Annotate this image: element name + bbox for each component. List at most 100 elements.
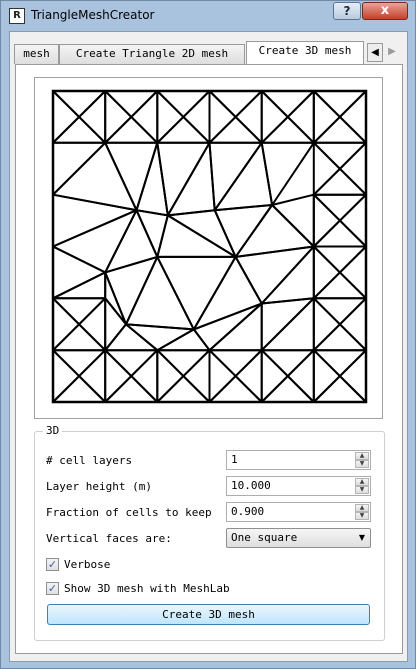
check-icon: ✓: [47, 582, 58, 595]
mesh-triangle: [312, 271, 367, 300]
cell-layers-label: # cell layers: [46, 454, 133, 467]
mesh-triangle: [156, 90, 185, 144]
fraction-stepper: ▲ ▼: [355, 504, 369, 520]
mesh-triangle: [52, 271, 107, 300]
mesh-triangle: [208, 90, 263, 118]
mesh-triangle: [260, 349, 315, 378]
mesh-triangle: [208, 302, 263, 352]
mesh-triangle: [338, 245, 367, 300]
layer-height-up-icon[interactable]: ▲: [355, 478, 369, 486]
mesh-triangle: [208, 375, 263, 403]
mesh-triangle: [234, 245, 315, 305]
mesh-triangle: [130, 90, 159, 144]
tab-scroll-right-button[interactable]: ▶: [384, 43, 400, 62]
mesh-triangle: [338, 297, 367, 352]
mesh-triangle: [208, 349, 263, 378]
mesh-triangle: [52, 90, 81, 144]
tab-scroll-left-button[interactable]: ◀: [367, 43, 383, 62]
check-icon: ✓: [47, 558, 58, 571]
mesh-triangle: [312, 375, 367, 403]
layer-height-spinbox[interactable]: 10.000 ▲ ▼: [226, 476, 371, 496]
tab-create-triangle-2d-mesh[interactable]: Create Triangle 2D mesh: [59, 44, 245, 64]
mesh-triangle: [312, 297, 341, 352]
mesh-triangle: [338, 141, 367, 196]
tab-mesh-label: mesh: [23, 47, 50, 60]
meshlab-label[interactable]: Show 3D mesh with MeshLab: [64, 582, 230, 595]
title-bar[interactable]: R TriangleMeshCreator ? x: [1, 1, 415, 31]
mesh-triangle: [312, 167, 367, 196]
layer-height-down-icon[interactable]: ▼: [355, 486, 369, 494]
mesh-triangle: [271, 193, 315, 248]
client-area: mesh Create Triangle 2D mesh Create 3D m…: [9, 31, 408, 662]
mesh-triangle: [312, 219, 367, 248]
mesh-triangle: [260, 245, 315, 305]
vertical-faces-label: Vertical faces are:: [46, 532, 172, 545]
mesh-triangle: [156, 90, 211, 118]
fraction-value: 0.900: [231, 505, 265, 518]
layer-height-label: Layer height (m): [46, 480, 152, 493]
mesh-triangle: [208, 115, 263, 144]
mesh-triangle: [260, 115, 315, 144]
mesh-triangle: [156, 349, 211, 378]
fraction-up-icon[interactable]: ▲: [355, 504, 369, 512]
mesh-triangle: [312, 193, 341, 248]
window-title: TriangleMeshCreator: [31, 8, 155, 22]
mesh-triangle: [104, 115, 159, 144]
mesh-triangle: [104, 349, 159, 378]
tab-2d-label: Create Triangle 2D mesh: [75, 47, 229, 60]
tab-mesh[interactable]: mesh: [14, 44, 59, 64]
mesh-triangle: [338, 193, 367, 248]
mesh-triangle: [234, 204, 315, 258]
create-3d-mesh-button[interactable]: Create 3D mesh: [47, 604, 370, 625]
mesh-triangle: [156, 214, 237, 258]
mesh-triangle: [312, 245, 341, 300]
mesh-triangle: [78, 297, 107, 352]
mesh-triangle: [312, 349, 341, 403]
mesh-triangle: [52, 245, 107, 300]
mesh-triangle: [52, 323, 107, 352]
app-icon: R: [9, 8, 25, 24]
mesh-triangle: [312, 297, 367, 326]
mesh-triangle: [338, 90, 367, 144]
mesh-triangle: [260, 375, 315, 403]
tab-create-3d-mesh[interactable]: Create 3D mesh: [246, 41, 364, 64]
verbose-checkbox[interactable]: ✓: [46, 558, 59, 571]
cell-layers-spinbox[interactable]: 1 ▲ ▼: [226, 450, 371, 470]
group-3d: 3D # cell layers 1 ▲ ▼ Layer height (m) …: [34, 424, 385, 641]
verbose-label[interactable]: Verbose: [64, 558, 110, 571]
mesh-triangle: [52, 193, 138, 248]
mesh-triangle: [234, 90, 263, 144]
mesh-triangle: [260, 90, 289, 144]
mesh-triangle: [52, 141, 138, 212]
mesh-triangle: [156, 141, 211, 217]
fraction-spinbox[interactable]: 0.900 ▲ ▼: [226, 502, 371, 522]
group-title: 3D: [43, 424, 63, 437]
mesh-triangle: [208, 90, 237, 144]
cell-layers-up-icon[interactable]: ▲: [355, 452, 369, 460]
chevron-down-icon: ▼: [358, 533, 365, 542]
mesh-triangle: [286, 349, 315, 403]
mesh-triangle: [312, 141, 367, 170]
mesh-triangle: [260, 349, 289, 403]
mesh-triangle: [104, 90, 159, 118]
mesh-triangle: [156, 349, 185, 403]
close-button[interactable]: x: [362, 2, 408, 20]
mesh-triangle: [52, 297, 81, 352]
mesh-triangle: [78, 90, 107, 144]
mesh-triangle: [312, 193, 367, 222]
mesh-triangle: [104, 271, 127, 326]
mesh-triangle: [312, 349, 367, 378]
tab-bar: mesh Create Triangle 2D mesh Create 3D m…: [10, 40, 407, 64]
tab-3d-label: Create 3D mesh: [258, 44, 352, 57]
help-button[interactable]: ?: [333, 2, 361, 20]
fraction-down-icon[interactable]: ▼: [355, 512, 369, 520]
vertical-faces-combobox[interactable]: One square ▼: [226, 528, 371, 548]
mesh-triangle: [182, 90, 211, 144]
meshlab-checkbox[interactable]: ✓: [46, 582, 59, 595]
mesh-triangle: [156, 375, 211, 403]
cell-layers-down-icon[interactable]: ▼: [355, 460, 369, 468]
mesh-triangle: [104, 141, 159, 212]
layer-height-stepper: ▲ ▼: [355, 478, 369, 494]
mesh-triangle: [52, 375, 107, 403]
mesh-triangle: [166, 141, 216, 217]
